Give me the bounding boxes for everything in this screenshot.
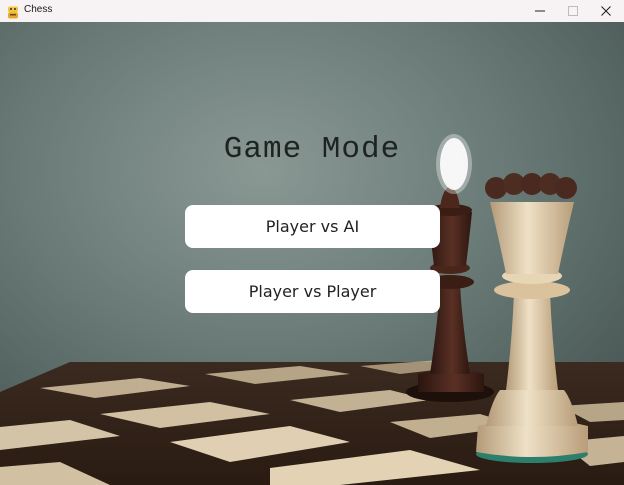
maximize-button[interactable] [557, 0, 589, 22]
player-vs-ai-label: Player vs AI [265, 217, 360, 236]
window-title: Chess [24, 4, 53, 15]
game-canvas[interactable]: Game Mode Player vs AI Player vs Player [0, 22, 624, 485]
close-icon [601, 6, 611, 16]
player-vs-ai-button[interactable]: Player vs AI [185, 205, 440, 248]
close-button[interactable] [590, 0, 622, 22]
player-vs-player-label: Player vs Player [248, 282, 377, 301]
title-bar[interactable]: Chess [0, 0, 624, 23]
chess-background-image [0, 22, 624, 485]
player-vs-player-button[interactable]: Player vs Player [185, 270, 440, 313]
chess-window: Chess Game Mode Player vs AI Player vs P… [0, 0, 624, 485]
minimize-icon [535, 6, 545, 16]
minimize-button[interactable] [524, 0, 556, 22]
game-mode-heading: Game Mode [223, 132, 401, 167]
python-icon [7, 4, 19, 19]
maximize-icon [568, 6, 578, 16]
